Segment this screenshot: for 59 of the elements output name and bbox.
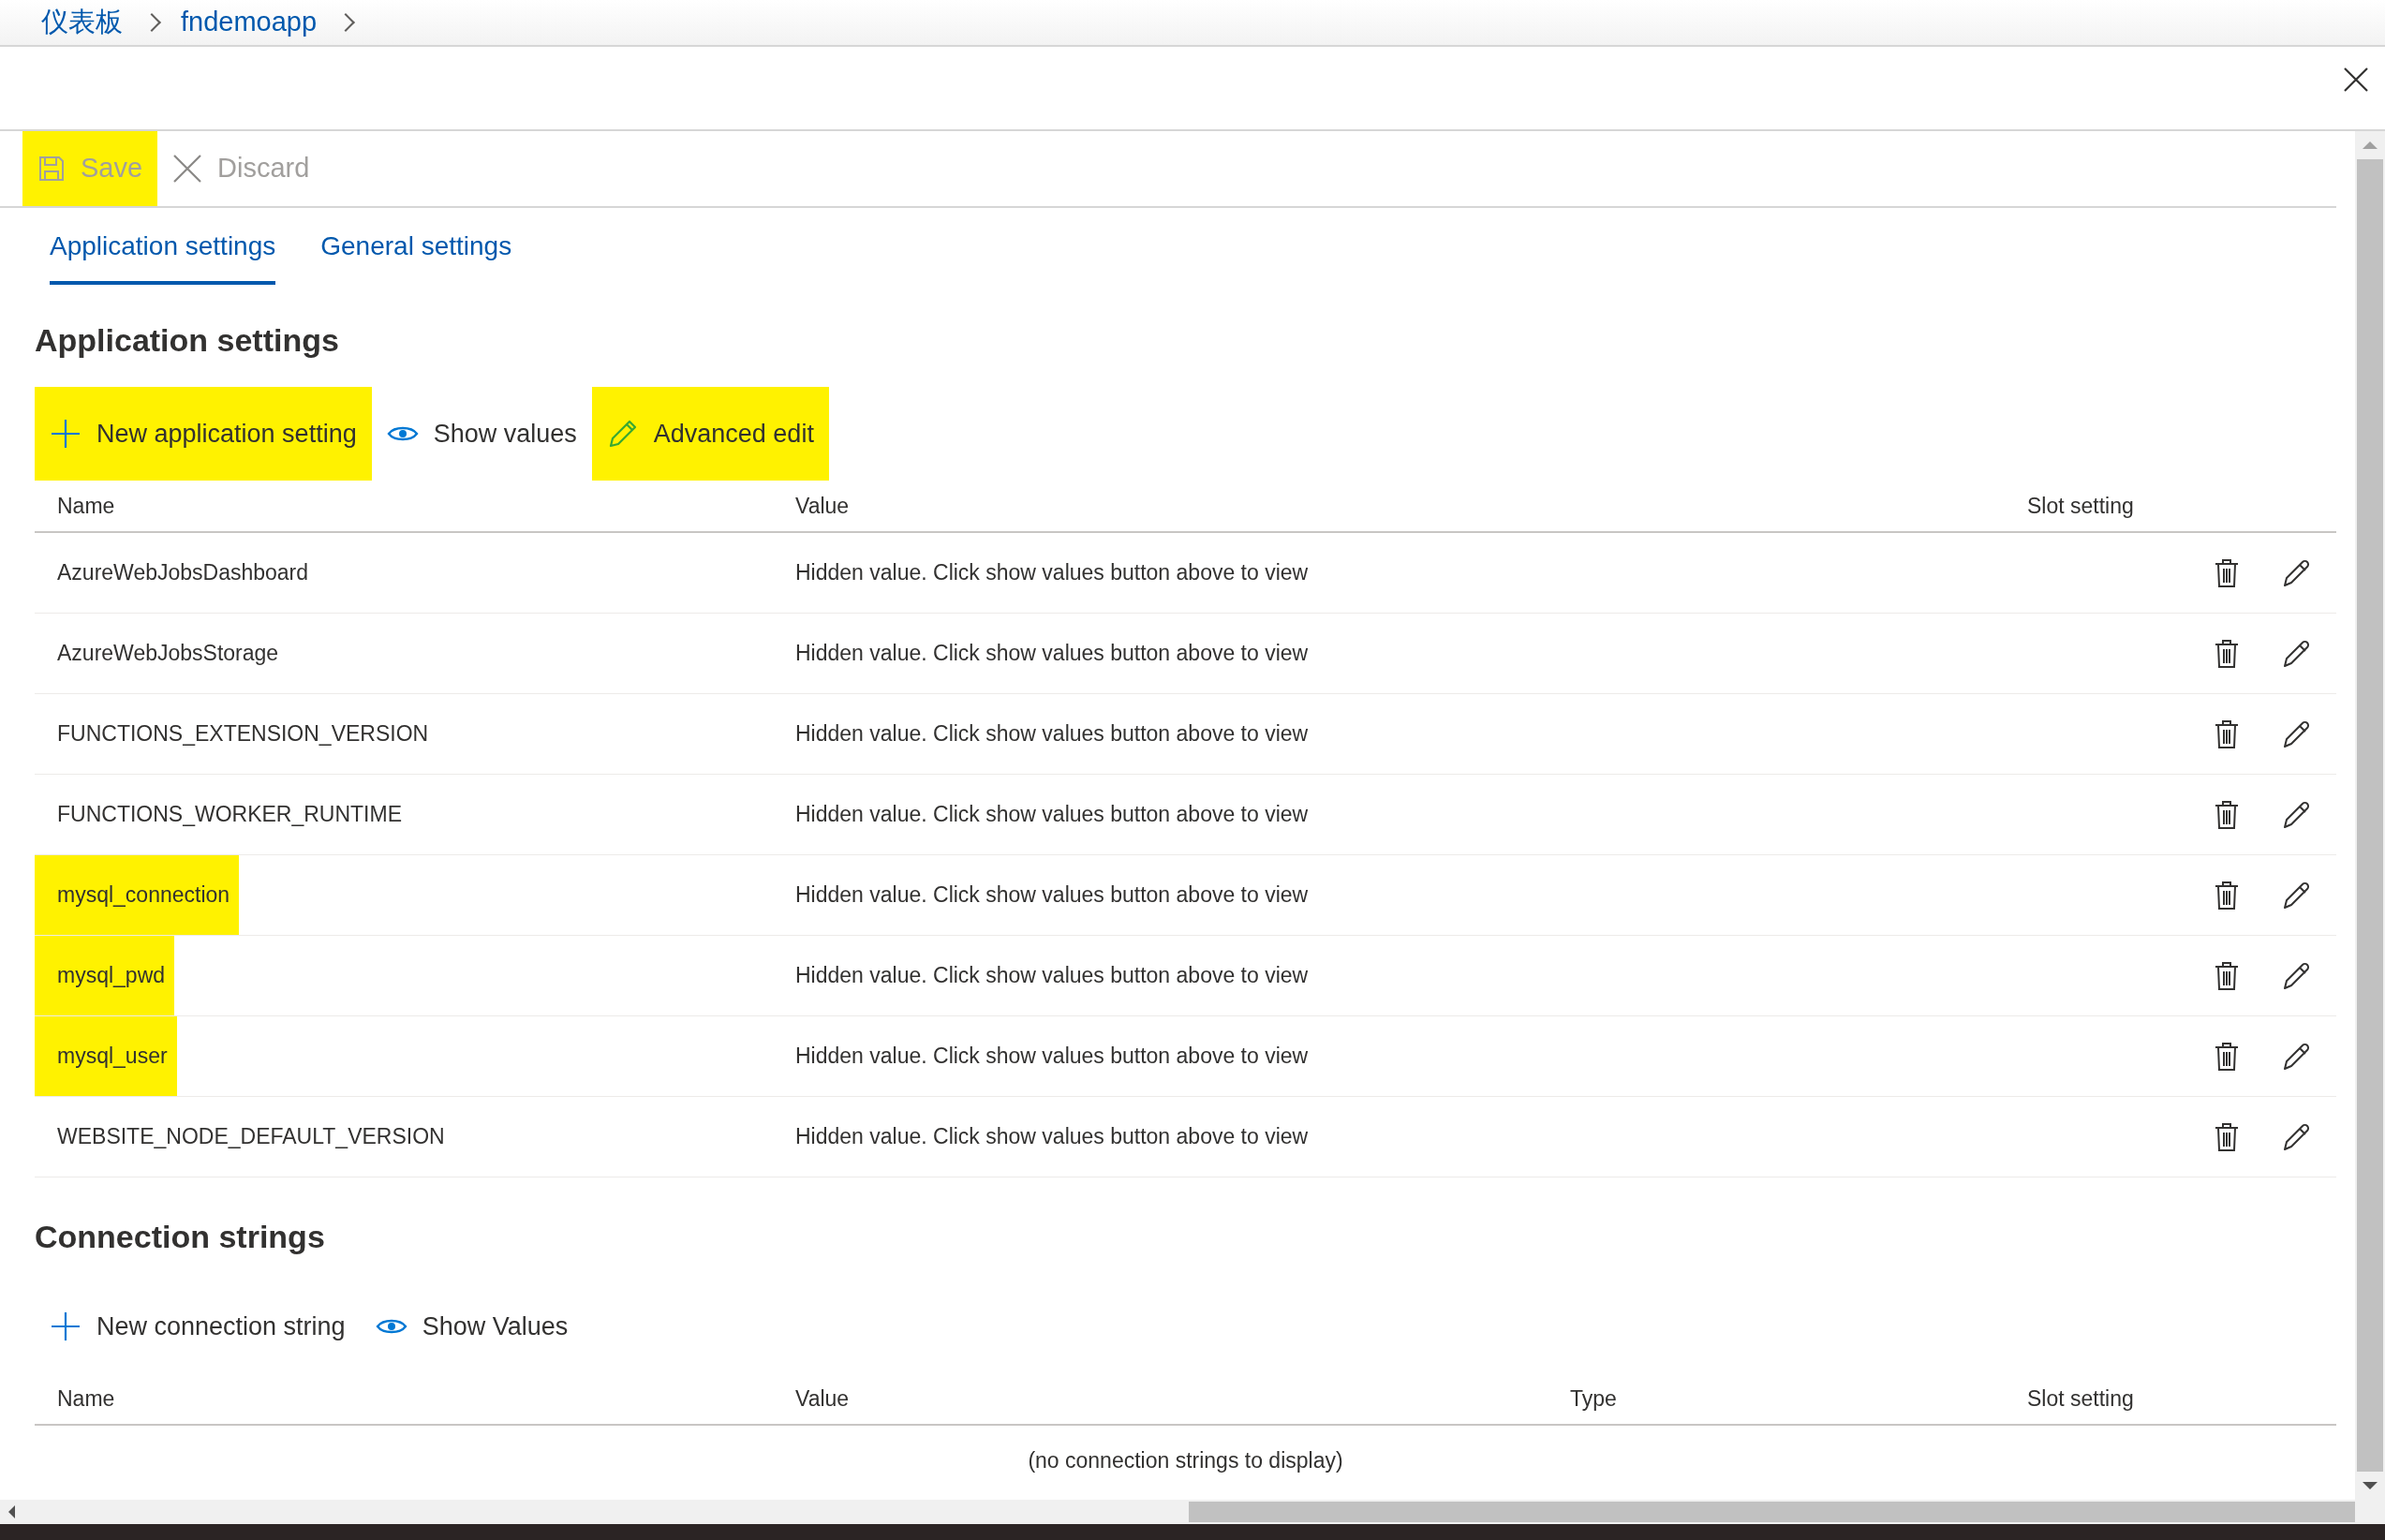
trash-icon[interactable] [2215, 960, 2239, 991]
table-cell-text: Hidden value. Click show values button above to view [795, 801, 1310, 829]
trash-icon[interactable] [2215, 638, 2239, 669]
table-cell-text: Hidden value. Click show values button above to view [795, 881, 1310, 910]
table-cell-text: Hidden value. Click show values button above to view [795, 962, 1310, 990]
trash-icon[interactable] [2215, 799, 2239, 830]
table-cell-text: FUNCTIONS_WORKER_RUNTIME [56, 801, 403, 829]
pencil-icon[interactable] [2282, 1041, 2312, 1072]
trash-icon[interactable] [2215, 1041, 2239, 1072]
table-cell-text: AzureWebJobsStorage [56, 640, 280, 668]
save-icon [37, 155, 66, 183]
plus-icon [50, 1310, 81, 1342]
trash-icon[interactable] [2215, 880, 2239, 911]
pencil-icon[interactable] [2282, 638, 2312, 669]
table-cell-text: AzureWebJobsDashboard [56, 559, 310, 587]
column-header: Slot setting [2027, 1385, 2134, 1413]
close-icon [172, 154, 203, 184]
action-button[interactable]: Advanced edit [591, 387, 829, 481]
table-cell: mysql_pwd [35, 936, 175, 1015]
breadcrumb-link[interactable]: fndemoapp [181, 2, 318, 43]
table-cell-text: Hidden value. Click show values button above to view [795, 1043, 1310, 1071]
table-cell: mysql_user [35, 1016, 177, 1096]
pencil-icon[interactable] [2282, 880, 2312, 911]
table-cell-text: FUNCTIONS_EXTENSION_VERSION [56, 720, 430, 748]
column-header: Value [795, 1385, 851, 1413]
eye-icon [375, 1317, 407, 1336]
section-heading: Connection strings [35, 1218, 326, 1256]
column-header: Slot setting [2027, 492, 2134, 520]
tab[interactable]: Application settings [50, 227, 276, 285]
column-header: Value [795, 492, 851, 520]
breadcrumb-link[interactable]: 仪表板 [41, 2, 123, 43]
pencil-icon[interactable] [2282, 799, 2312, 830]
pencil-icon[interactable] [2282, 1121, 2312, 1152]
vertical-scrollbar[interactable] [2355, 131, 2385, 1500]
pencil-icon[interactable] [2282, 718, 2312, 749]
table-cell-text: Hidden value. Click show values button above to view [795, 640, 1310, 668]
plus-icon [50, 418, 81, 450]
tab[interactable]: General settings [320, 227, 512, 285]
empty-message: (no connection strings to display) [1027, 1447, 1344, 1474]
action-button[interactable]: New connection string [35, 1280, 361, 1373]
column-header: Type [1570, 1385, 1618, 1413]
action-button[interactable]: Show Values [360, 1280, 584, 1373]
column-header: Name [56, 492, 116, 520]
pencil-icon[interactable] [2282, 960, 2312, 991]
table-cell-text: WEBSITE_NODE_DEFAULT_VERSION [56, 1123, 446, 1151]
trash-icon[interactable] [2215, 1121, 2239, 1152]
table-cell-text: Hidden value. Click show values button above to view [795, 559, 1310, 587]
table-cell: mysql_connection [35, 855, 240, 935]
column-header: Name [56, 1385, 116, 1413]
eye-icon [386, 424, 419, 443]
action-button[interactable]: New application setting [35, 387, 372, 481]
trash-icon[interactable] [2215, 718, 2239, 749]
horizontal-scrollbar[interactable] [0, 1500, 2385, 1524]
action-button[interactable]: Show values [371, 387, 592, 481]
table-cell-text: Hidden value. Click show values button above to view [795, 1123, 1310, 1151]
pencil-icon[interactable] [2282, 557, 2312, 588]
section-heading: Application settings [35, 321, 340, 360]
trash-icon[interactable] [2215, 557, 2239, 588]
table-cell-text: Hidden value. Click show values button above to view [795, 720, 1310, 748]
